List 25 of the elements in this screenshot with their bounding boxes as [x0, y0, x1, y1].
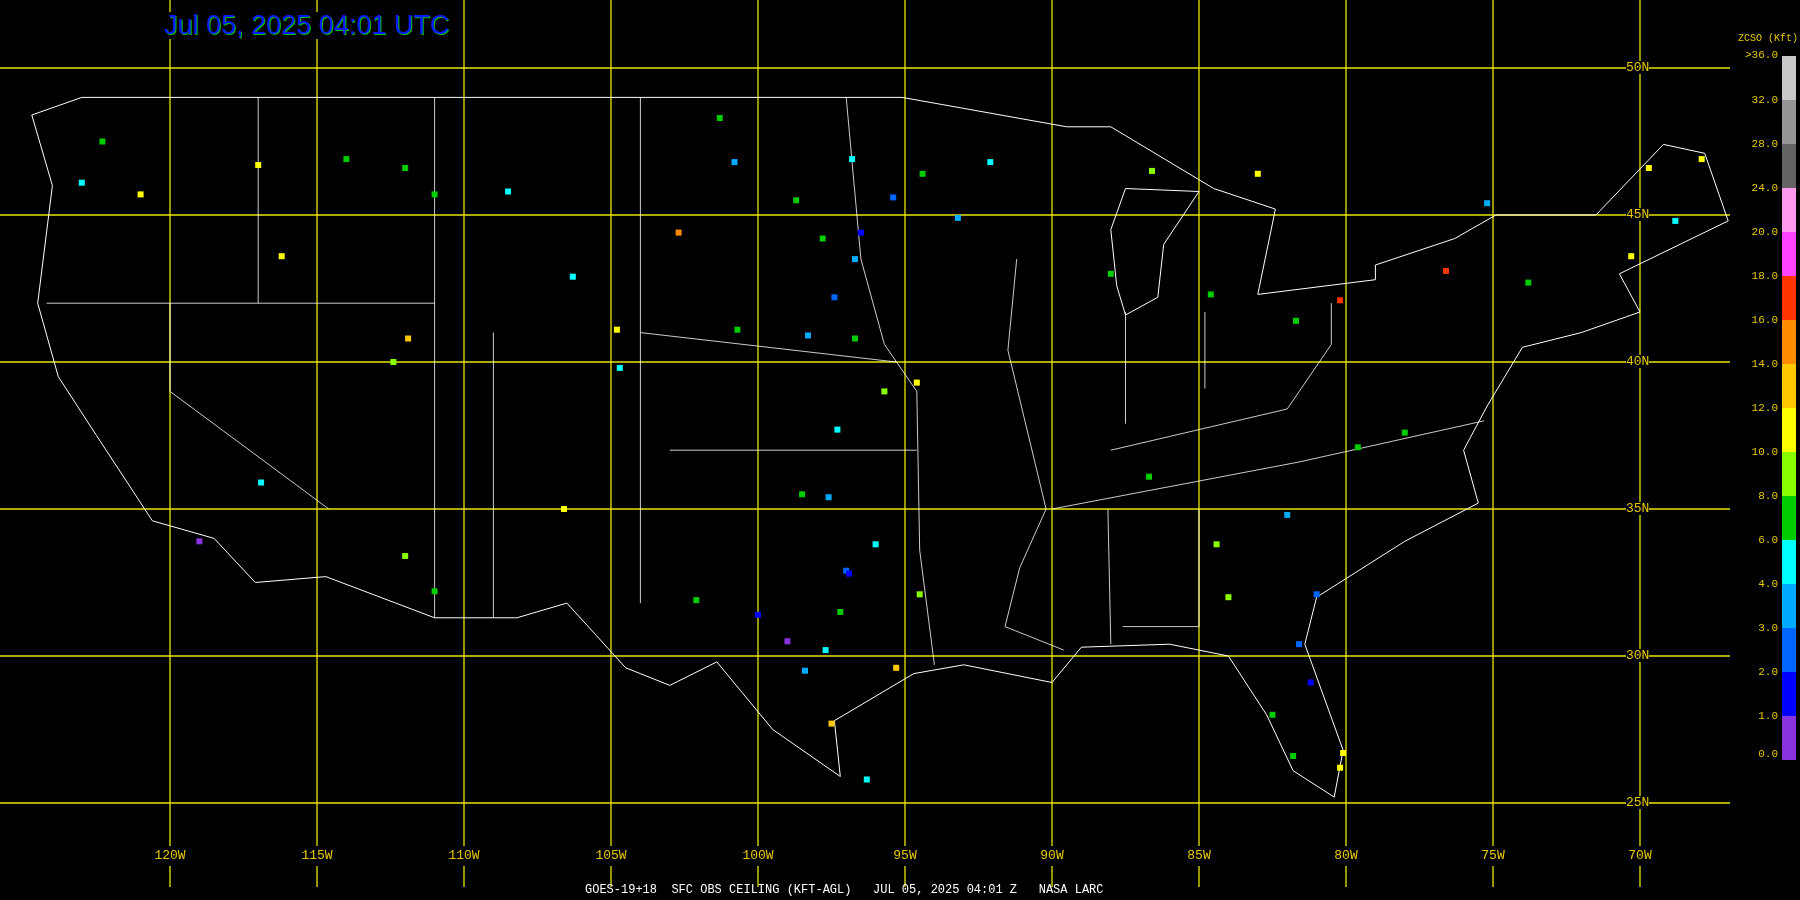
legend-label: >36.0 [1744, 50, 1778, 61]
legend-label: 18.0 [1750, 271, 1778, 282]
latitude-label: 35N [1626, 502, 1650, 515]
latitude-label: 45N [1626, 208, 1650, 221]
latitude-label: 40N [1626, 355, 1650, 368]
legend-label: 6.0 [1757, 535, 1778, 546]
legend-label: 24.0 [1750, 183, 1778, 194]
latitude-label: 30N [1626, 649, 1650, 662]
legend-label: 2.0 [1757, 667, 1778, 678]
map-caption: GOES-19+18 SFC OBS CEILING (KFT-AGL) JUL 05, 2025 04:01 Z NASA LARC [585, 884, 1104, 896]
legend-label: 28.0 [1750, 139, 1778, 150]
legend-label: 4.0 [1757, 579, 1778, 590]
legend-label: 12.0 [1750, 403, 1778, 414]
legend-label: 16.0 [1750, 315, 1778, 326]
legend-title: ZCSO (Kft) [1738, 34, 1798, 44]
legend-label: 32.0 [1750, 95, 1778, 106]
legend-label: 14.0 [1750, 359, 1778, 370]
latitude-label: 50N [1626, 61, 1650, 74]
latitude-label: 25N [1626, 796, 1650, 809]
legend-label: 10.0 [1750, 447, 1778, 458]
legend-label: 1.0 [1757, 711, 1778, 722]
legend-label: 20.0 [1750, 227, 1778, 238]
legend-label: 8.0 [1757, 491, 1778, 502]
legend-label: 3.0 [1757, 623, 1778, 634]
legend-label: 0.0 [1757, 749, 1778, 760]
